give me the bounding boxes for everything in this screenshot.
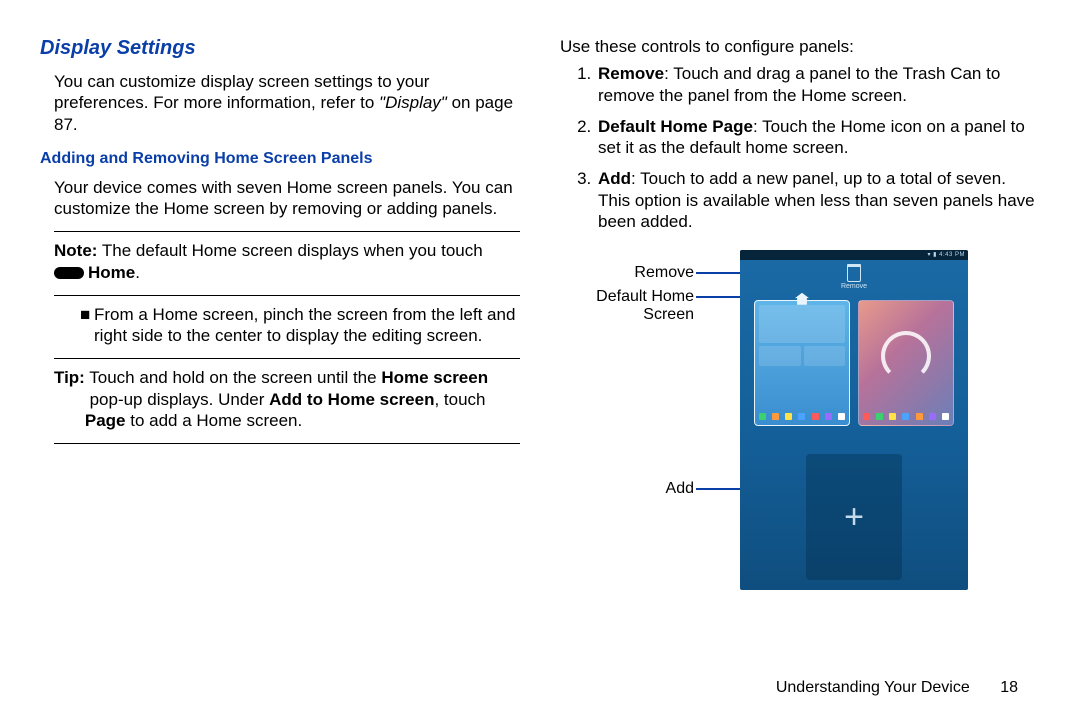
item3-text: : Touch to add a new panel, up to a tota… — [598, 169, 1035, 231]
dock — [863, 413, 949, 422]
trash-area: Remove — [740, 260, 968, 298]
app-icon — [759, 413, 766, 420]
app-icon — [772, 413, 779, 420]
footer-page: 18 — [1000, 679, 1018, 696]
app-icon — [916, 413, 923, 420]
app-icon — [863, 413, 870, 420]
widget — [759, 346, 801, 366]
wifi-icon: ▾ — [927, 252, 931, 258]
app-icon — [889, 413, 896, 420]
phone-mock: ▾ ▮ 4:43 PM Remove — [740, 250, 968, 590]
divider — [54, 231, 520, 232]
bullet-text: From a Home screen, pinch the screen fro… — [94, 304, 520, 347]
illustration: Remove Default HomeScreen Add ▾ ▮ 4:43 P… — [560, 250, 1040, 610]
tip-lead: Tip: — [54, 368, 85, 387]
tip-t4: to add a Home screen. — [126, 411, 303, 430]
panel-default — [754, 300, 850, 426]
item1-bold: Remove — [598, 64, 664, 83]
panel-secondary — [858, 300, 954, 426]
arc-icon — [881, 331, 931, 381]
app-icon — [902, 413, 909, 420]
note-lead: Note: — [54, 241, 97, 260]
tip-b2: Add to Home screen — [269, 390, 434, 409]
add-panel: + — [806, 454, 902, 580]
tip-t2a: pop-up displays. Under — [85, 390, 269, 409]
home-pill-icon — [54, 267, 84, 279]
dock — [759, 413, 845, 422]
status-bar: ▾ ▮ 4:43 PM — [740, 250, 968, 260]
label-default-home: Default HomeScreen — [580, 288, 694, 323]
app-icon — [785, 413, 792, 420]
note-home: Home — [88, 263, 135, 282]
app-icon — [942, 413, 949, 420]
widget — [804, 346, 846, 366]
tip-b1: Home screen — [381, 368, 488, 387]
battery-icon: ▮ — [933, 252, 937, 258]
tip-block: Tip: Touch and hold on the screen until … — [54, 367, 520, 431]
label-remove: Remove — [606, 264, 694, 282]
list-item: Add: Touch to add a new panel, up to a t… — [596, 168, 1040, 232]
app-icon — [876, 413, 883, 420]
list-item: Default Home Page: Touch the Home icon o… — [596, 116, 1040, 159]
divider — [54, 443, 520, 444]
status-time: 4:43 PM — [939, 252, 965, 258]
trash-icon — [847, 264, 861, 282]
intro-ref: "Display" — [379, 93, 447, 112]
config-list: Remove: Touch and drag a panel to the Tr… — [560, 63, 1040, 232]
page-footer: Understanding Your Device 18 — [776, 678, 1018, 698]
tip-b3: Page — [85, 411, 126, 430]
tip-t3: , touch — [434, 390, 485, 409]
intro-text: You can customize display screen setting… — [54, 72, 429, 112]
tip-t1: Touch and hold on the screen until the — [85, 368, 381, 387]
label-add: Add — [660, 480, 694, 498]
subsection-title: Adding and Removing Home Screen Panels — [40, 149, 520, 169]
note-body: The default Home screen displays when yo… — [97, 241, 482, 260]
home-icon — [795, 293, 809, 305]
app-icon — [798, 413, 805, 420]
bullet-item: ■ From a Home screen, pinch the screen f… — [80, 304, 520, 347]
note-block: Note: The default Home screen displays w… — [54, 240, 520, 283]
weather-widget — [759, 305, 845, 343]
app-icon — [825, 413, 832, 420]
right-intro: Use these controls to configure panels: — [560, 36, 1040, 57]
section-title: Display Settings — [40, 36, 520, 61]
item2-bold: Default Home Page — [598, 117, 753, 136]
divider — [54, 295, 520, 296]
app-icon — [838, 413, 845, 420]
item3-bold: Add — [598, 169, 631, 188]
app-icon — [812, 413, 819, 420]
subsection-intro: Your device comes with seven Home screen… — [54, 177, 520, 220]
list-item: Remove: Touch and drag a panel to the Tr… — [596, 63, 1040, 106]
footer-chapter: Understanding Your Device — [776, 679, 970, 696]
bullet-icon: ■ — [80, 304, 94, 347]
divider — [54, 358, 520, 359]
plus-icon: + — [844, 500, 864, 534]
trash-label: Remove — [740, 283, 968, 292]
app-icon — [929, 413, 936, 420]
intro-paragraph: You can customize display screen setting… — [54, 71, 520, 135]
